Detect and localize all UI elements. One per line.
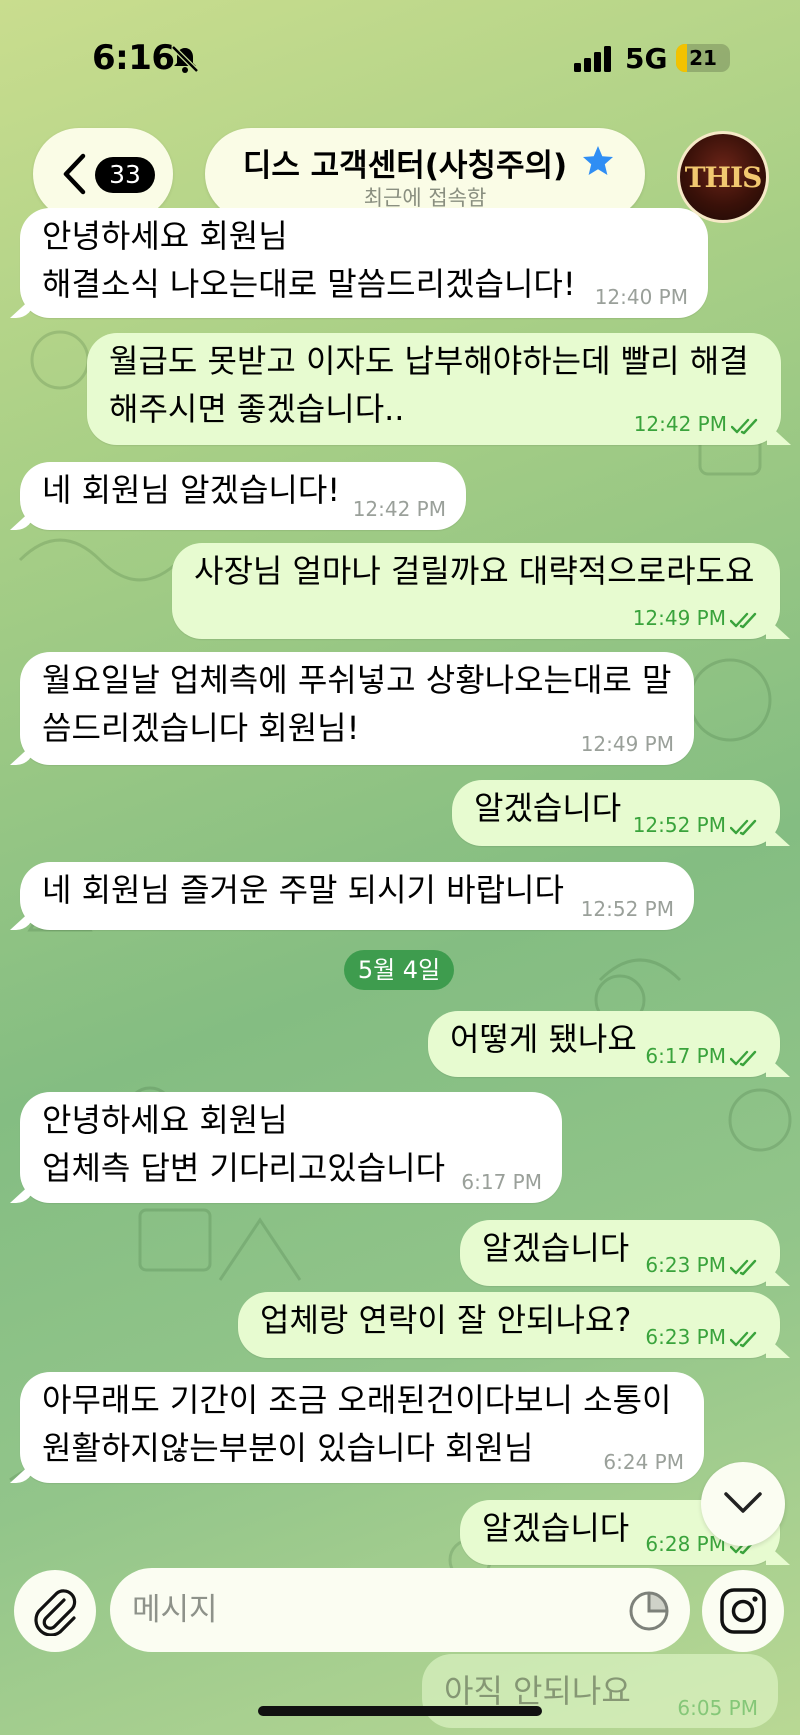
- double-check-icon: [730, 612, 757, 628]
- attach-button[interactable]: [14, 1570, 96, 1652]
- message-time: 12:40 PM: [595, 286, 688, 308]
- incoming-message[interactable]: 아무래도 기간이 조금 오래된건이다보니 소통이원활하지않는부분이 있습니다 회…: [20, 1372, 704, 1483]
- message-timestamp: 12:52 PM: [632, 813, 726, 837]
- message-text: 네 회원님 즐거운 주말 되시기 바랍니다: [42, 871, 564, 909]
- message-timestamp: 12:49 PM: [632, 606, 726, 630]
- star-icon: [583, 146, 613, 175]
- outgoing-message[interactable]: 월급도 못받고 이자도 납부해야하는데 빨리 해결 해주시면 좋겠습니다.. 12:…: [87, 333, 781, 445]
- back-button[interactable]: 33: [33, 128, 173, 220]
- paperclip-icon: [34, 1589, 77, 1636]
- incoming-message[interactable]: 안녕하세요 회원님해결소식 나오는대로 말씀드리겠습니다! 12:40 PM: [20, 208, 708, 318]
- message-timestamp: 12:52 PM: [580, 897, 674, 921]
- message-timestamp: 6:24 PM: [603, 1450, 684, 1474]
- bell-slash-icon: [171, 45, 199, 73]
- double-check-icon: [731, 418, 758, 434]
- message-time: 12:42 PM: [634, 413, 761, 435]
- message-time: 6:23 PM: [645, 1254, 760, 1276]
- message-input[interactable]: [132, 1568, 602, 1652]
- message-text: 아무래도 기간이 조금 오래된건이다보니 소통이: [42, 1381, 672, 1419]
- message-time: 6:17 PM: [645, 1045, 760, 1067]
- outgoing-message[interactable]: 알겠습니다 12:52 PM: [452, 780, 780, 846]
- message-timestamp: 6:23 PM: [645, 1253, 726, 1277]
- message-text: 월급도 못받고 이자도 납부해야하는데 빨리 해결: [109, 342, 749, 380]
- message-input-container: [110, 1568, 690, 1652]
- message-time: 6:17 PM: [461, 1171, 542, 1193]
- incoming-message[interactable]: 월요일날 업체측에 푸쉬넣고 상황나오는대로 말씀드리겠습니다 회원님! 12:4…: [20, 652, 694, 765]
- battery-percent: 21: [689, 46, 717, 70]
- outgoing-message[interactable]: 사장님 얼마나 걸릴까요 대략적으로라도요 12:49 PM: [172, 543, 780, 639]
- message-timestamp: 6:17 PM: [645, 1044, 726, 1068]
- home-indicator: [258, 1706, 542, 1716]
- faded-outgoing-message: 아직 안되나요 6:05 PM: [422, 1654, 778, 1728]
- avatar-logo-text: THIS: [684, 161, 763, 194]
- message-time: 12:49 PM: [581, 733, 674, 755]
- sticker-icon[interactable]: [628, 1590, 670, 1632]
- battery-indicator: 21: [676, 44, 730, 72]
- outgoing-message[interactable]: 업체랑 연락이 잘 안되나요? 6:23 PM: [238, 1292, 780, 1358]
- outgoing-message[interactable]: 알겠습니다 6:23 PM: [460, 1220, 780, 1286]
- signal-icon: [574, 46, 611, 72]
- message-text: 월요일날 업체측에 푸쉬넣고 상황나오는대로 말: [42, 661, 672, 699]
- message-text: 씀드리겠습니다 회원님!: [42, 709, 360, 747]
- chat-title-button[interactable]: 디스 고객센터(사칭주의) 최근에 접속함: [205, 128, 645, 220]
- message-timestamp: 6:17 PM: [461, 1170, 542, 1194]
- message-text: 안녕하세요 회원님: [42, 217, 288, 255]
- message-timestamp: 12:40 PM: [594, 285, 688, 309]
- double-check-icon: [730, 1050, 757, 1066]
- message-timestamp: 12:42 PM: [352, 497, 446, 521]
- status-bar: 6:16 5G 21: [0, 0, 800, 120]
- incoming-message[interactable]: 네 회원님 알겠습니다! 12:42 PM: [20, 462, 466, 530]
- message-text: 안녕하세요 회원님: [42, 1101, 288, 1139]
- message-timestamp: 12:42 PM: [633, 412, 727, 436]
- outgoing-message[interactable]: 어떻게 됐나요 6:17 PM: [428, 1011, 780, 1077]
- message-timestamp: 12:49 PM: [580, 732, 674, 756]
- unread-count-badge: 33: [95, 157, 155, 193]
- scroll-down-button[interactable]: [701, 1462, 785, 1546]
- message-timestamp: 6:23 PM: [645, 1325, 726, 1349]
- message-text: 원활하지않는부분이 있습니다 회원님: [42, 1429, 534, 1467]
- faded-message-time: 6:05 PM: [677, 1696, 758, 1720]
- message-time: 6:23 PM: [645, 1326, 760, 1348]
- message-time: 12:52 PM: [633, 814, 760, 836]
- network-label: 5G: [625, 42, 668, 75]
- chat-title: 디스 고객센터(사칭주의): [242, 148, 568, 184]
- message-time: 6:24 PM: [603, 1451, 684, 1473]
- instagram-button[interactable]: [702, 1570, 784, 1652]
- double-check-icon: [730, 1259, 757, 1275]
- avatar[interactable]: THIS: [677, 131, 769, 223]
- incoming-message[interactable]: 네 회원님 즐거운 주말 되시기 바랍니다 12:52 PM: [20, 862, 694, 930]
- message-time: 12:52 PM: [581, 898, 674, 920]
- message-text: 사장님 얼마나 걸릴까요 대략적으로라도요: [194, 552, 755, 590]
- date-separator: 5월 4일: [344, 950, 454, 990]
- status-time: 6:16: [92, 38, 175, 78]
- message-text: 해결소식 나오는대로 말씀드리겠습니다!: [42, 265, 576, 303]
- message-time: 12:42 PM: [353, 498, 446, 520]
- chevron-down-icon: [724, 1492, 762, 1513]
- incoming-message[interactable]: 안녕하세요 회원님 업체측 답변 기다리고있습니다 6:17 PM: [20, 1092, 562, 1203]
- message-timestamp: 6:28 PM: [645, 1532, 726, 1556]
- message-time: 12:49 PM: [633, 607, 760, 629]
- double-check-icon: [730, 819, 757, 835]
- instagram-icon: [720, 1588, 766, 1634]
- chevron-left-icon: [63, 153, 86, 195]
- double-check-icon: [730, 1331, 757, 1347]
